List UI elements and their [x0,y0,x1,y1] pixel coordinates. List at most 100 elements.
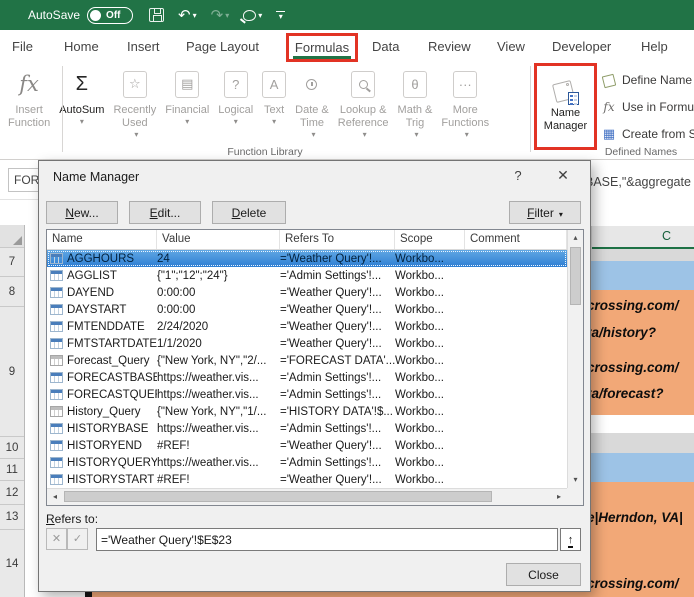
cell-band-orange[interactable]: crossing.com/ ta/history? crossing.com/ … [591,290,694,415]
refersto-cell: ='Weather Query'!... [280,440,395,452]
row-header-13[interactable]: 13 [0,505,24,530]
row-header-7[interactable]: 7 [0,248,24,277]
autosum-button[interactable]: ΣAutoSum▾ [55,64,108,126]
create-from-selection-button[interactable]: ▦ Create from Se [602,120,694,147]
close-button[interactable]: Close [506,563,581,586]
autosave-switch[interactable]: Off [87,7,133,24]
lookup-reference-button[interactable]: Lookup & Reference▾ [334,64,393,139]
col-refers[interactable]: Refers To [280,230,395,249]
name-row[interactable]: HISTORYQUERYhttps://weather.vis...='Admi… [47,454,567,471]
row-header-11[interactable]: 11 [0,459,24,481]
col-value[interactable]: Value [157,230,280,249]
name-row[interactable]: AGGLIST{"1";"12";"24"}='Admin Settings'!… [47,267,567,284]
cell-band-gray[interactable] [591,249,694,261]
row-header-10[interactable]: 10 [0,437,24,459]
cell-band-orange[interactable]: e|Herndon, VA| crossing.com/ [591,482,694,597]
math-icon: θ [403,71,427,98]
name-row[interactable]: History_Query{"New York, NY","1/...='HIS… [47,403,567,420]
new-button[interactable]: New... [46,201,118,224]
lasso-select-button[interactable]: ▾ [243,10,262,21]
scrollbar-thumb[interactable] [64,491,492,502]
name-row[interactable]: DAYEND0:00:00='Weather Query'!...Workbo.… [47,284,567,301]
financial-button[interactable]: ▤Financial▾ [161,64,213,126]
col-name[interactable]: Name [47,230,157,249]
filter-button[interactable]: Filter▾ [509,201,581,224]
logical-button[interactable]: ?Logical▾ [214,64,257,126]
scroll-up-icon[interactable]: ▴ [568,230,583,246]
edit-button[interactable]: Edit... [129,201,201,224]
name-manager-button[interactable]: Name Manager [544,80,587,133]
insert-function-button[interactable]: fxInsert Function [4,64,54,130]
math-trig-button[interactable]: θMath & Trig▾ [394,64,437,139]
cell-band-blue[interactable] [591,261,694,290]
row-header-12[interactable]: 12 [0,481,24,505]
name-cell: HISTORYEND [67,440,157,452]
tag-icon [602,73,616,87]
autosave-toggle[interactable]: AutoSave Off [28,7,133,24]
row-header-9[interactable]: 9 [0,307,24,437]
scroll-down-icon[interactable]: ▾ [568,472,583,488]
customize-qat-button[interactable]: ▾ [276,11,285,20]
cancel-icon[interactable]: ✕ [46,528,67,550]
row-header-14[interactable]: 14 [0,530,24,597]
function-library-group-label: Function Library [200,146,330,158]
name-row[interactable]: HISTORYBASEhttps://weather.vis...='Admin… [47,420,567,437]
horizontal-scrollbar[interactable]: ◂ ▸ [47,488,567,505]
use-in-formula-button[interactable]: fx Use in Formula [602,93,694,120]
recently-used-button[interactable]: ☆Recently Used▾ [109,64,160,139]
tab-data[interactable]: Data [372,30,399,62]
value-cell: {"1";"12";"24"} [157,270,280,282]
name-row[interactable]: DAYSTART0:00:00='Weather Query'!...Workb… [47,301,567,318]
cell-band-gray[interactable] [591,433,694,453]
refers-to-input[interactable] [96,528,558,551]
clock-icon [306,79,317,90]
redo-button[interactable]: ↷▾ [211,8,230,23]
tab-developer[interactable]: Developer [552,30,611,62]
named-range-icon [50,474,63,485]
delete-button[interactable]: Delete [212,201,286,224]
tab-page-layout[interactable]: Page Layout [186,30,259,62]
scope-cell: Workbo... [395,355,465,367]
name-row[interactable]: FORECASTQUERYhttps://weather.vis...='Adm… [47,386,567,403]
row-header-8[interactable]: 8 [0,277,24,307]
tab-help[interactable]: Help [641,30,668,62]
formula-bar-fragment[interactable]: BASE,"&aggregate [591,160,694,200]
name-row[interactable]: FMTSTARTDATE1/1/2020='Weather Query'!...… [47,335,567,352]
tab-insert[interactable]: Insert [127,30,160,62]
refersto-cell: ='Weather Query'!... [280,338,395,350]
tab-review[interactable]: Review [428,30,471,62]
tab-file[interactable]: File [12,30,33,62]
name-row[interactable]: FORECASTBASEhttps://weather.vis...='Admi… [47,369,567,386]
tab-view[interactable]: View [497,30,525,62]
scrollbar-thumb[interactable] [570,247,581,305]
column-header-c[interactable]: C [591,226,694,249]
help-button[interactable]: ? [504,163,532,188]
text-button[interactable]: AText▾ [258,64,290,126]
select-all-corner[interactable] [0,225,24,248]
tab-home[interactable]: Home [64,30,99,62]
name-row[interactable]: AGGHOURS24='Weather Query'!...Workbo... [47,250,567,267]
scope-cell: Workbo... [395,270,465,282]
names-list: Name Value Refers To Scope Comment AGGHO… [46,229,584,506]
name-row[interactable]: Forecast_Query{"New York, NY","2/...='FO… [47,352,567,369]
vertical-scrollbar[interactable]: ▴ ▾ [567,230,583,488]
close-icon[interactable]: ✕ [545,163,581,188]
date-time-button[interactable]: Date & Time▾ [291,64,333,139]
scroll-right-icon[interactable]: ▸ [551,489,567,505]
collapse-dialog-button[interactable]: ↑ [560,528,581,551]
name-row[interactable]: HISTORYSTART#REF!='Weather Query'!...Wor… [47,471,567,488]
confirm-icon[interactable]: ✓ [67,528,88,550]
save-button[interactable] [149,8,164,22]
name-row[interactable]: HISTORYEND#REF!='Weather Query'!...Workb… [47,437,567,454]
define-name-button[interactable]: Define Name [602,66,694,93]
scroll-left-icon[interactable]: ◂ [47,489,63,505]
cell-band-blue[interactable] [591,453,694,482]
undo-button[interactable]: ↶▾ [178,8,197,23]
ribbon-button-label: Text [264,104,284,117]
name-row[interactable]: FMTENDDATE2/24/2020='Weather Query'!...W… [47,318,567,335]
named-range-icon [50,304,63,315]
col-comment[interactable]: Comment [465,230,567,249]
more-functions-button[interactable]: ···More Functions▾ [437,64,493,139]
col-scope[interactable]: Scope [395,230,465,249]
chevron-down-icon: ▾ [363,130,367,139]
